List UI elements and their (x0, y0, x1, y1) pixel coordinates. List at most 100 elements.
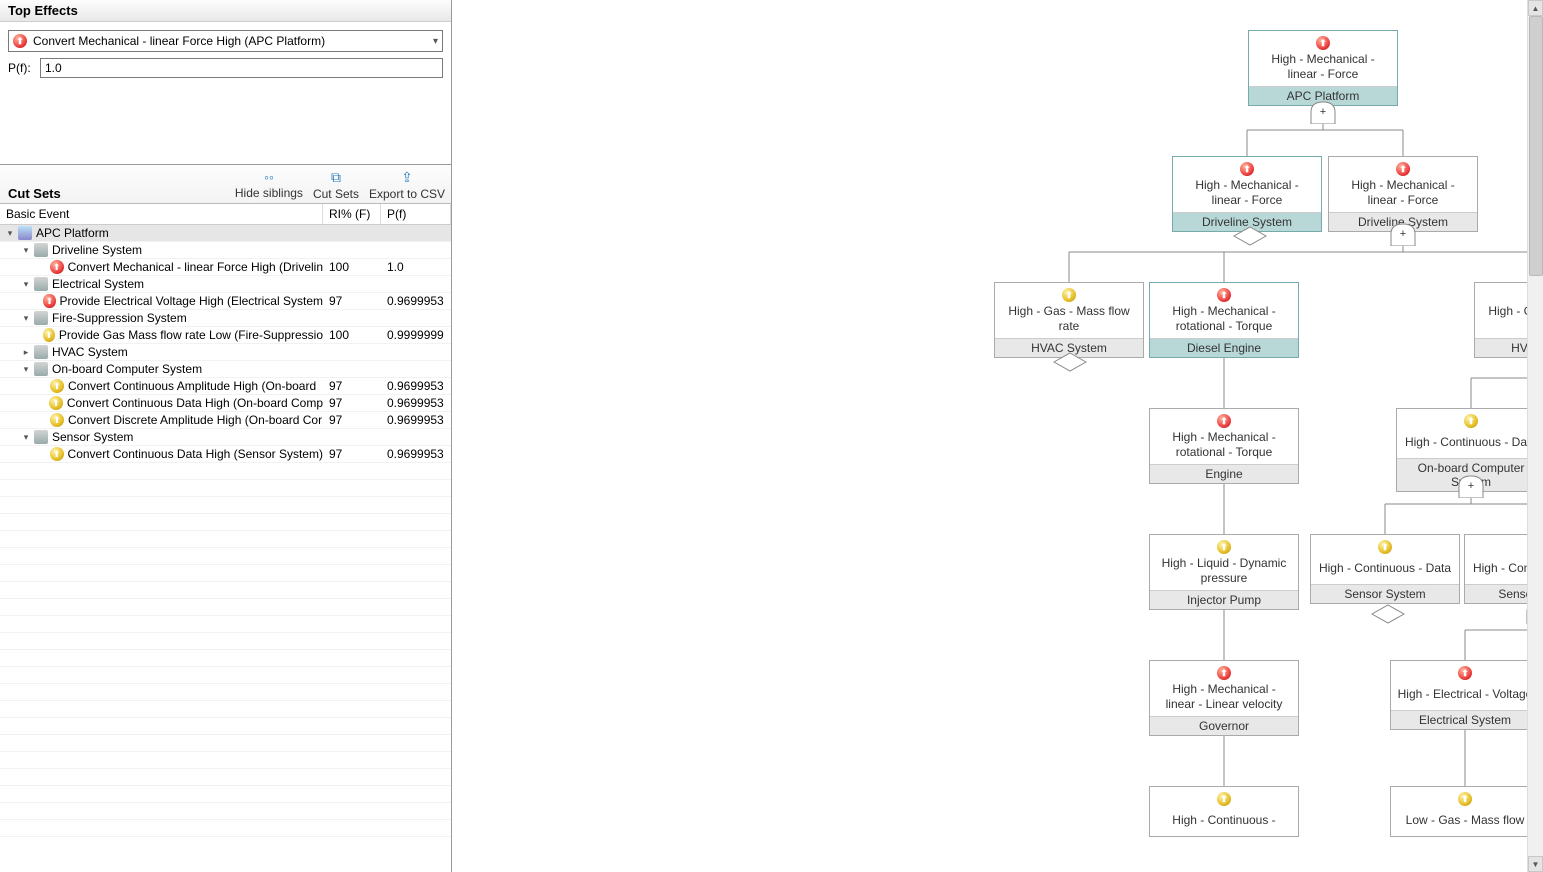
node-title: High - Gas - Mass flow rate (995, 302, 1143, 338)
caret-icon[interactable]: ▾ (20, 245, 32, 256)
node-subtitle: Governor (1150, 716, 1298, 735)
tree-label: On-board Computer System (52, 362, 202, 376)
node-title: High - Mechanical - linear - Force (1329, 176, 1477, 212)
node-title: Low - Gas - Mass flow (1391, 806, 1539, 836)
scroll-up-icon[interactable]: ▲ (1528, 0, 1543, 16)
fault-tree-node[interactable]: ⬆High - Continuous - DataSensor System (1310, 534, 1460, 604)
yel-icon: ⬆ (50, 413, 64, 427)
ri-value: 97 (323, 447, 381, 461)
diagram-panel[interactable]: ⬆High - Mechanical - linear - ForceAPC P… (452, 0, 1543, 872)
fault-tree-node[interactable]: ⬆High - Mechanical - linear - ForceDrive… (1172, 156, 1322, 232)
col-pf[interactable]: P(f) (381, 204, 451, 224)
cut-sets-title: Cut Sets (8, 186, 61, 201)
fault-high-icon: ⬆ (1240, 162, 1254, 176)
yel-icon: ⬆ (43, 328, 55, 342)
col-ri[interactable]: RI% (F) (323, 204, 381, 224)
tree-row[interactable]: ▾ APC Platform (0, 225, 451, 242)
pf-value: 0.9699953 (381, 294, 451, 308)
fault-tree-node[interactable]: ⬆High - Mechanical - linear - Linear vel… (1149, 660, 1299, 736)
tree-icon: ⧉ (313, 169, 359, 186)
tree-row[interactable]: ▸ HVAC System (0, 344, 451, 361)
vertical-scrollbar[interactable]: ▲ ▼ (1527, 0, 1543, 872)
scroll-thumb[interactable] (1529, 16, 1543, 276)
fault-high-icon: ⬆ (1458, 666, 1472, 680)
caret-icon[interactable]: ▸ (20, 347, 32, 358)
cut-sets-button[interactable]: ⧉Cut Sets (313, 169, 359, 201)
fault-warn-icon: ⬆ (1217, 540, 1231, 554)
col-basic-event[interactable]: Basic Event (0, 204, 323, 224)
and-gate-icon: + (1457, 474, 1485, 498)
pf-value: 0.9699953 (381, 447, 451, 461)
tree-row[interactable]: ▾ On-board Computer System (0, 361, 451, 378)
node-title: High - Electrical - Voltage (1391, 680, 1539, 710)
ri-value: 97 (323, 413, 381, 427)
fault-high-icon: ⬆ (1217, 414, 1231, 428)
tree-row[interactable]: ▾ Sensor System (0, 429, 451, 446)
node-title: High - Mechanical - rotational - Torque (1150, 302, 1298, 338)
tree-label: Electrical System (52, 277, 144, 291)
pf-value: 0.9699953 (381, 379, 451, 393)
fault-high-icon: ⬆ (1396, 162, 1410, 176)
yel-icon: ⬆ (50, 379, 64, 393)
pf-value: 1.0 (381, 260, 451, 274)
and-gate-icon: + (1389, 222, 1417, 246)
fault-tree-node[interactable]: ⬆High - Continuous - (1149, 786, 1299, 837)
pf-input[interactable] (40, 58, 443, 78)
caret-icon[interactable]: ▾ (20, 313, 32, 324)
caret-icon[interactable]: ▾ (20, 279, 32, 290)
tree-label: APC Platform (36, 226, 109, 240)
tree-label: Convert Mechanical - linear Force High (… (68, 260, 323, 274)
top-effect-select[interactable]: ⬆ Convert Mechanical - linear Force High… (8, 30, 443, 52)
node-title: High - Mechanical - rotational - Torque (1150, 428, 1298, 464)
cube-icon (34, 311, 48, 325)
tree-row[interactable]: ▾⬆Provide Gas Mass flow rate Low (Fire-S… (0, 327, 451, 344)
transfer-icon (1371, 604, 1405, 624)
tree-row[interactable]: ▾Driveline System (0, 242, 451, 259)
node-title: High - Continuous - Data (1397, 428, 1543, 458)
fault-tree-node[interactable]: ⬆High - Gas - Mass flow rateHVAC System (994, 282, 1144, 358)
fault-tree-node[interactable]: ⬆High - Liquid - Dynamic pressureInjecto… (1149, 534, 1299, 610)
ri-value: 97 (323, 396, 381, 410)
tree-row[interactable]: ▾Fire-Suppression System (0, 310, 451, 327)
fault-tree-node[interactable]: ⬆High - Electrical - VoltageElectrical S… (1390, 660, 1540, 730)
ri-value: 97 (323, 379, 381, 393)
caret-icon[interactable]: ▾ (4, 228, 16, 239)
pf-value: 0.9699953 (381, 396, 451, 410)
cube-icon (34, 277, 48, 291)
tree[interactable]: ▾APC Platform▾Driveline System▾⬆Convert … (0, 225, 451, 872)
tree-row[interactable]: ▾⬆Convert Continuous Data High (Sensor S… (0, 446, 451, 463)
fault-tree-node[interactable]: ⬆Low - Gas - Mass flow (1390, 786, 1540, 837)
hide-siblings-button[interactable]: ◦◦Hide siblings (235, 169, 303, 201)
cube-icon (34, 345, 48, 359)
caret-icon[interactable]: ▾ (20, 432, 32, 443)
ri-value: 97 (323, 294, 381, 308)
fault-tree-node[interactable]: ⬆High - Mechanical - rotational - Torque… (1149, 282, 1299, 358)
tree-row[interactable]: ▾⬆Convert Continuous Data High (On-board… (0, 395, 451, 412)
fault-tree-node[interactable]: ⬆High - Mechanical - linear - ForceDrive… (1328, 156, 1478, 232)
red-icon: ⬆ (43, 294, 55, 308)
fault-high-icon: ⬆ (1217, 288, 1231, 302)
node-subtitle: Sensor System (1311, 584, 1459, 603)
ri-value: 100 (323, 260, 381, 274)
tree-row[interactable]: ▾⬆Provide Electrical Voltage High (Elect… (0, 293, 451, 310)
caret-icon[interactable]: ▾ (20, 364, 32, 375)
node-title: High - Continuous - Data (1311, 554, 1459, 584)
export-csv-button[interactable]: ⇪Export to CSV (369, 169, 445, 201)
node-title: High - Mechanical - linear - Force (1173, 176, 1321, 212)
scroll-down-icon[interactable]: ▼ (1528, 856, 1543, 872)
fault-warn-icon: ⬆ (1062, 288, 1076, 302)
node-subtitle: Engine (1150, 464, 1298, 483)
fault-tree-node[interactable]: ⬆High - Mechanical - linear - ForceAPC P… (1248, 30, 1398, 106)
tree-row[interactable]: ▾⬆Convert Discrete Amplitude High (On-bo… (0, 412, 451, 429)
top-effects-panel: Top Effects ⬆ Convert Mechanical - linea… (0, 0, 451, 165)
node-subtitle: Injector Pump (1150, 590, 1298, 609)
fault-tree-node[interactable]: ⬆High - Mechanical - rotational - Torque… (1149, 408, 1299, 484)
tree-row[interactable]: ▾ Electrical System (0, 276, 451, 293)
tree-row[interactable]: ▾⬆Convert Mechanical - linear Force High… (0, 259, 451, 276)
fault-warn-icon: ⬆ (1217, 792, 1231, 806)
tree-label: HVAC System (52, 345, 128, 359)
tree-label: Sensor System (52, 430, 133, 444)
tree-row[interactable]: ▾⬆Convert Continuous Amplitude High (On-… (0, 378, 451, 395)
cube-icon (34, 243, 48, 257)
red-icon: ⬆ (50, 260, 64, 274)
